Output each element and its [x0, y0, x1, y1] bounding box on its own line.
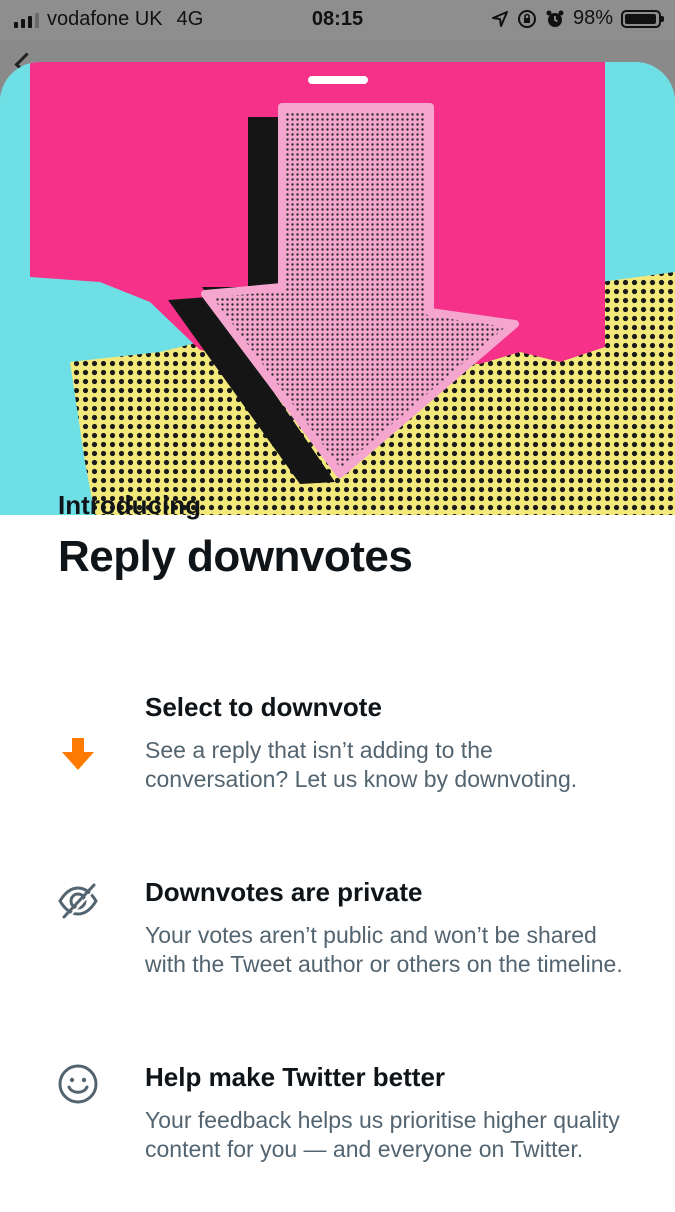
- eye-slash-icon: [58, 883, 98, 920]
- smiley-icon: [58, 1064, 98, 1104]
- battery-percent: 98%: [572, 7, 613, 29]
- feature-title: Help make Twitter better: [145, 1062, 446, 1092]
- hero-illustration: [0, 62, 675, 515]
- arrow-down-icon: [62, 738, 94, 770]
- bottom-sheet: [0, 62, 675, 1212]
- battery-fill: [625, 13, 657, 24]
- feature-title: Select to downvote: [145, 692, 382, 722]
- status-bar: vodafone UK 4G 08:15 98%: [0, 0, 675, 40]
- sheet-title: Reply downvotes: [58, 532, 413, 581]
- rotation-lock-icon: [517, 9, 536, 28]
- location-icon: [491, 10, 508, 27]
- downvote-illustration: [0, 62, 675, 515]
- feature-description: Your feedback helps us prioritise higher…: [145, 1107, 620, 1162]
- status-right: 98%: [491, 7, 664, 30]
- alarm-icon: [546, 10, 564, 27]
- feature-description: See a reply that isn’t adding to the con…: [145, 737, 578, 792]
- sheet-grabber[interactable]: [308, 76, 368, 84]
- feature-title: Downvotes are private: [145, 877, 423, 907]
- battery-icon: [621, 9, 664, 28]
- intro-label: Introducing: [58, 490, 201, 520]
- feature-description: Your votes aren’t public and won’t be sh…: [145, 922, 623, 977]
